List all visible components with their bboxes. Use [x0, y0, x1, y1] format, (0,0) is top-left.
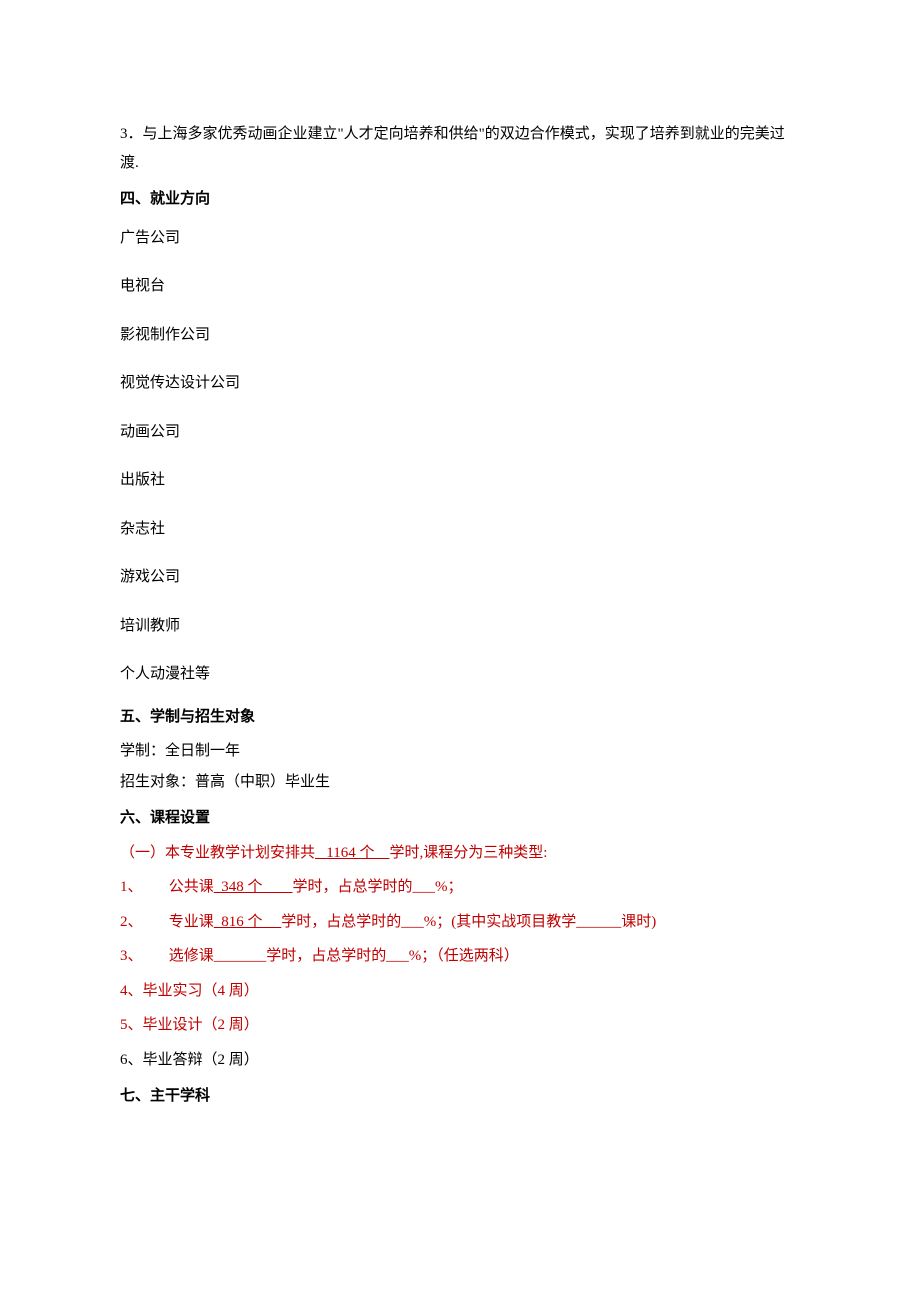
section6-item1-pre: 1、 公共课: [120, 879, 214, 895]
employment-item: 个人动漫社等: [120, 660, 800, 689]
section6-item2-post: 学时，占总学时的___%；(其中实战项目教学______课时): [281, 914, 656, 930]
section6-line1-pre: （一）本专业教学计划安排共: [120, 845, 315, 861]
section6-item1-post: 学时，占总学时的___%；: [293, 879, 463, 895]
section5-line2: 招生对象：普高（中职）毕业生: [120, 768, 800, 797]
section6-item1: 1、 公共课 348 个 学时，占总学时的___%；: [120, 873, 800, 902]
section4-heading: 四、就业方向: [120, 185, 800, 214]
section7-heading: 七、主干学科: [120, 1082, 800, 1111]
section6-item2: 2、 专业课 816 个 学时，占总学时的___%；(其中实战项目教学_____…: [120, 908, 800, 937]
employment-item: 影视制作公司: [120, 321, 800, 350]
intro-item-3: 3．与上海多家优秀动画企业建立"人才定向培养和供给"的双边合作模式，实现了培养到…: [120, 120, 800, 177]
employment-item: 电视台: [120, 272, 800, 301]
section6-item1-underline: 348 个: [214, 879, 293, 895]
section6-item5: 5、毕业设计（2 周）: [120, 1011, 800, 1040]
employment-item: 培训教师: [120, 612, 800, 641]
section6-line1-underline: 1164 个: [315, 845, 389, 861]
section6-item6: 6、毕业答辩（2 周）: [120, 1046, 800, 1075]
employment-item: 动画公司: [120, 418, 800, 447]
employment-item: 出版社: [120, 466, 800, 495]
section6-item2-underline: 816 个: [214, 914, 282, 930]
section6-item3: 3、 选修课_______学时，占总学时的___%；（任选两科）: [120, 942, 800, 971]
employment-item: 广告公司: [120, 224, 800, 253]
section6-heading: 六、课程设置: [120, 804, 800, 833]
section6-item2-pre: 2、 专业课: [120, 914, 214, 930]
section5-heading: 五、学制与招生对象: [120, 703, 800, 732]
section5-line1: 学制：全日制一年: [120, 737, 800, 766]
employment-item: 视觉传达设计公司: [120, 369, 800, 398]
section6-line1: （一）本专业教学计划安排共 1164 个 学时,课程分为三种类型:: [120, 839, 800, 868]
section6-line1-post: 学时,课程分为三种类型:: [389, 845, 547, 861]
employment-item: 杂志社: [120, 515, 800, 544]
employment-item: 游戏公司: [120, 563, 800, 592]
section6-item4: 4、毕业实习（4 周）: [120, 977, 800, 1006]
